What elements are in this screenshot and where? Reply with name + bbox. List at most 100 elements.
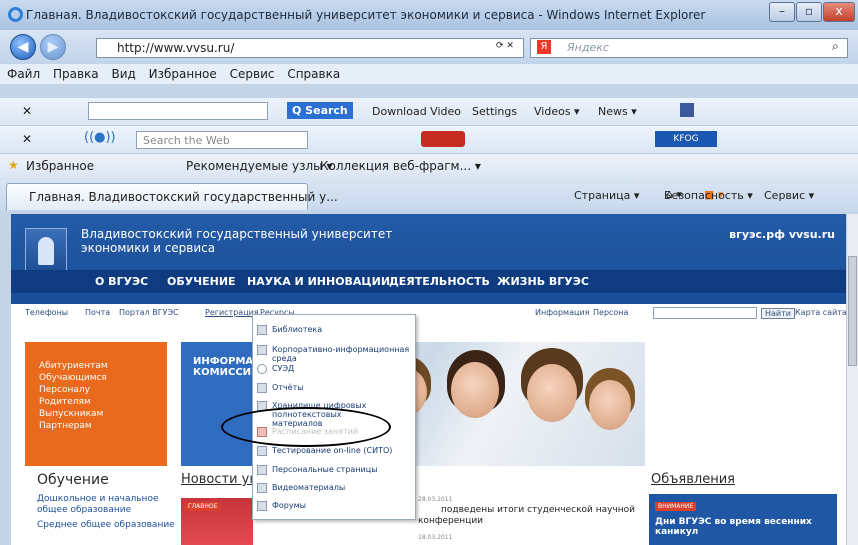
tools-menu[interactable]: Сервис ▾: [764, 189, 814, 202]
nav-education[interactable]: ОБУЧЕНИЕ: [167, 275, 236, 288]
announcements-title[interactable]: Объявления: [651, 472, 735, 487]
edu-link-preschool[interactable]: Дошкольное и начальное: [37, 494, 177, 505]
kfog-station[interactable]: KFOG: [655, 131, 717, 147]
aud-applicants[interactable]: Абитуриентам: [39, 360, 167, 372]
education-title: Обучение: [37, 472, 109, 488]
settings-button[interactable]: Settings: [472, 105, 517, 118]
yandex-logo-icon: Я: [537, 40, 551, 54]
menu-edit[interactable]: Правка: [53, 67, 99, 81]
menu-forums[interactable]: Форумы: [253, 501, 415, 511]
scroll-thumb[interactable]: [848, 256, 857, 366]
nav-about[interactable]: О ВГУЭС: [95, 275, 148, 288]
back-button[interactable]: ◀: [10, 34, 36, 60]
videos-button[interactable]: Videos ▾: [534, 105, 580, 118]
close-toolbar-icon[interactable]: ✕: [22, 104, 32, 118]
download-video-button[interactable]: Download Video: [372, 105, 461, 118]
site-domains[interactable]: вгуэс.рф vvsu.ru: [729, 228, 835, 241]
news-item-1b[interactable]: конференции: [418, 516, 483, 526]
menu-favorites[interactable]: Избранное: [149, 67, 217, 81]
menu-reports-label: Отчёты: [272, 383, 304, 392]
news-button[interactable]: News ▾: [598, 105, 637, 118]
search-icon[interactable]: ⌕: [832, 39, 839, 54]
highlight-ellipse: [221, 407, 391, 447]
refresh-icon[interactable]: ⟳ ✕: [496, 41, 514, 51]
report-icon: [257, 383, 267, 393]
web-page: Владивостокский государственный универси…: [11, 214, 847, 545]
aud-partners[interactable]: Партнерам: [39, 420, 167, 432]
news-badge: ГЛАВНОЕ: [185, 502, 221, 511]
menu-reports[interactable]: Отчёты: [253, 383, 415, 393]
radio-icon[interactable]: ((●)): [84, 130, 116, 145]
announcement-card[interactable]: ВНИМАНИЕ Дни ВГУЭС во время весенних кан…: [649, 494, 837, 545]
admission-line2: КОМИССИИ: [193, 367, 260, 378]
forward-button[interactable]: ▶: [40, 34, 66, 60]
safety-menu[interactable]: Безопасность ▾: [664, 189, 753, 202]
edu-link-general[interactable]: общее образование: [37, 505, 177, 516]
aud-parents[interactable]: Родителям: [39, 396, 167, 408]
nav-science[interactable]: НАУКА И ИННОВАЦИИ: [247, 275, 390, 288]
forum-icon: [257, 501, 267, 511]
facebook-icon[interactable]: [680, 103, 694, 117]
menu-sued[interactable]: СУЭД: [253, 364, 415, 374]
site-title-line1: Владивостокский государственный универси…: [81, 227, 393, 241]
address-bar[interactable]: http://www.vvsu.ru/: [96, 38, 524, 58]
sitemap-link[interactable]: Карта сайта: [795, 308, 847, 317]
aud-graduates[interactable]: Выпускникам: [39, 408, 167, 420]
sub-info[interactable]: Информация: [535, 308, 589, 317]
minimize-button[interactable]: –: [769, 2, 795, 22]
web-search-input[interactable]: Search the Web: [136, 131, 308, 149]
menu-personal[interactable]: Персональные страницы: [253, 465, 415, 475]
maximize-button[interactable]: ▫: [796, 2, 822, 22]
sub-registration[interactable]: Регистрация: [205, 308, 259, 317]
toolbar-search-input[interactable]: [88, 102, 268, 120]
menu-testing-label: Тестирование on-line (СИТО): [272, 446, 393, 455]
admission-banner[interactable]: ИНФОРМАЦ КОМИССИИ: [181, 342, 262, 466]
face-4: [589, 380, 631, 430]
menu-sued-label: СУЭД: [272, 364, 295, 373]
test-icon: [257, 446, 267, 456]
page-menu[interactable]: Страница ▾: [574, 189, 639, 202]
site-search-input[interactable]: [653, 307, 757, 319]
nav-life[interactable]: ЖИЗНЬ ВГУЭС: [497, 275, 589, 288]
audience-box: Абитуриентам Обучающимся Персоналу Родит…: [25, 342, 167, 466]
favorites-button[interactable]: Избранное: [26, 159, 94, 173]
news-image[interactable]: ГЛАВНОЕ: [181, 498, 253, 545]
menu-tools[interactable]: Сервис: [230, 67, 275, 81]
close-toolbar2-icon[interactable]: ✕: [22, 132, 32, 146]
menu-testing[interactable]: Тестирование on-line (СИТО): [253, 446, 415, 456]
favorites-bar: ★ Избранное Рекомендуемые узлы ▾ Коллекц…: [0, 154, 858, 180]
close-button[interactable]: x: [823, 2, 855, 22]
yandex-search-input[interactable]: Яндекс: [530, 38, 848, 58]
menu-video-label: Видеоматериалы: [272, 483, 346, 492]
menu-video[interactable]: Видеоматериалы: [253, 483, 415, 493]
aud-students[interactable]: Обучающимся: [39, 372, 167, 384]
menu-library-label: Библиотека: [272, 325, 323, 334]
site-search-button[interactable]: Найти: [761, 308, 795, 319]
recommended-sites[interactable]: Рекомендуемые узлы ▾: [186, 159, 332, 173]
menu-help[interactable]: Справка: [287, 67, 340, 81]
menu-library[interactable]: Библиотека: [253, 325, 415, 335]
sub-phones[interactable]: Телефоны: [25, 308, 68, 317]
sub-mail[interactable]: Почта: [85, 308, 110, 317]
aud-staff[interactable]: Персоналу: [39, 384, 167, 396]
title-bar: Главная. Владивостокский государственный…: [0, 0, 858, 30]
toolbar-search-button[interactable]: Q Search: [287, 102, 353, 119]
education-links: Дошкольное и начальное общее образование…: [37, 494, 177, 531]
site-title-line2: экономики и сервиса: [81, 241, 216, 255]
edu-link-secondary[interactable]: Среднее общее образование: [37, 520, 177, 531]
menu-corporate[interactable]: Корпоративно-информационная среда: [253, 345, 415, 363]
address-row: ◀ ▶ http://www.vvsu.ru/ ⟳ ✕ Яндекс Я ⌕: [0, 30, 858, 64]
youtube-icon[interactable]: [421, 131, 465, 147]
sub-portal[interactable]: Портал ВГУЭС: [119, 308, 179, 317]
star-icon: ★: [8, 158, 19, 172]
web-slice-gallery[interactable]: Коллекция веб-фрагм... ▾: [320, 159, 481, 173]
site-nav: О ВГУЭС ОБУЧЕНИЕ НАУКА И ИННОВАЦИИ ДЕЯТЕ…: [11, 270, 847, 293]
menu-view[interactable]: Вид: [111, 67, 135, 81]
menu-file[interactable]: Файл: [7, 67, 40, 81]
ie-logo-icon: [8, 7, 23, 22]
vertical-scrollbar[interactable]: [846, 214, 858, 545]
nav-activity[interactable]: ДЕЯТЕЛЬНОСТЬ: [389, 275, 490, 288]
tab-main[interactable]: Главная. Владивостокский государственный…: [6, 183, 338, 210]
sub-persona[interactable]: Персона: [593, 308, 628, 317]
news-item-1[interactable]: подведены итоги студенческой научной: [441, 505, 635, 515]
